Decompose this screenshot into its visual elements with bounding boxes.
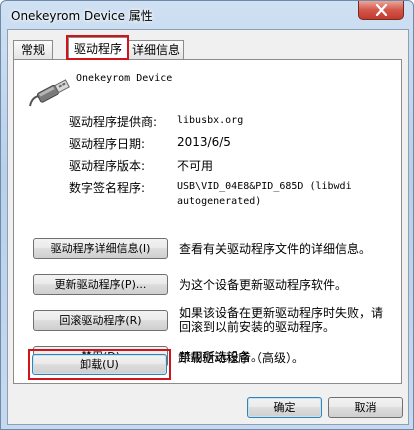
dialog-client-area: 常规 驱动程序 详细信息 Onekeyrom Device 驱动程序提供商: l… — [7, 29, 409, 425]
driver-provider-value: libusbx.org — [177, 115, 244, 126]
update-driver-description: 为这个设备更新驱动程序软件。 — [179, 278, 348, 292]
roll-back-description-line2: 回滚到以前安装的驱动程序。 — [179, 320, 336, 334]
properties-window: Onekeyrom Device 属性 常规 驱动程序 详细信息 Onekeyr… — [0, 0, 414, 430]
cancel-button[interactable]: 取消 — [328, 397, 403, 418]
driver-date-label: 驱动程序日期: — [69, 137, 146, 151]
update-driver-button[interactable]: 更新驱动程序(P)... — [33, 274, 168, 295]
driver-provider-label: 驱动程序提供商: — [69, 115, 158, 129]
uninstall-button[interactable]: 卸载(U) — [32, 354, 167, 375]
device-name: Onekeyrom Device — [76, 73, 173, 84]
digital-signer-value-line2: autogenerated) — [177, 196, 262, 207]
usb-device-icon — [29, 79, 70, 107]
uninstall-description: 卸载驱动程序（高级）。 — [178, 351, 305, 365]
digital-signer-label: 数字签名程序: — [69, 181, 146, 195]
close-button[interactable] — [358, 1, 404, 20]
close-icon — [375, 4, 388, 16]
driver-version-label: 驱动程序版本: — [69, 159, 146, 173]
ok-button[interactable]: 确定 — [247, 397, 322, 418]
driver-details-button[interactable]: 驱动程序详细信息(I) — [33, 238, 168, 259]
title-bar[interactable]: Onekeyrom Device 属性 — [1, 1, 413, 29]
tab-driver[interactable]: 驱动程序 — [68, 37, 128, 60]
driver-tab-panel: Onekeyrom Device 驱动程序提供商: libusbx.org 驱动… — [13, 59, 402, 384]
window-title: Onekeyrom Device 属性 — [11, 9, 153, 23]
tab-details[interactable]: 详细信息 — [128, 40, 184, 59]
digital-signer-value: USB\VID_04E8&PID_685D (libwdi — [177, 181, 352, 192]
roll-back-driver-button[interactable]: 回滚驱动程序(R) — [33, 310, 168, 331]
driver-date-value: 2013/6/5 — [177, 135, 231, 149]
tab-general[interactable]: 常规 — [13, 40, 53, 59]
driver-details-description: 查看有关驱动程序文件的详细信息。 — [179, 242, 372, 256]
driver-version-value: 不可用 — [177, 159, 214, 173]
